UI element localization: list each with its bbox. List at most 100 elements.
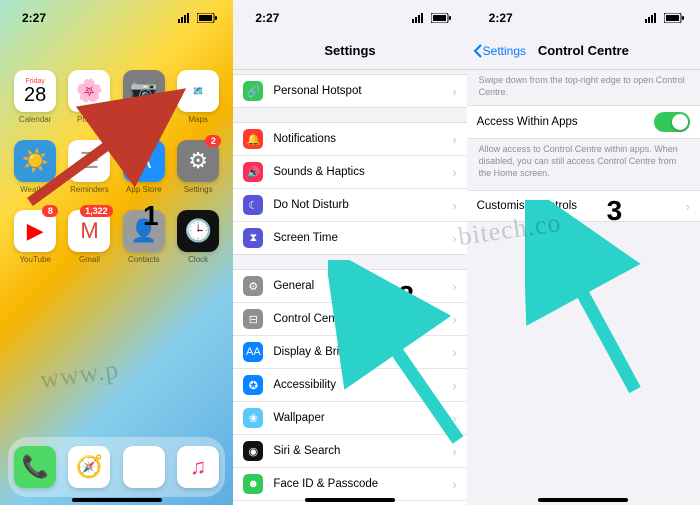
settings-row-control-centre[interactable]: ⊟ Control Centre› [233,303,466,336]
access-label: Access Within Apps [477,116,654,128]
dock-app[interactable]: ◐ [123,446,165,488]
badge: 8 [42,205,58,217]
row-label: Siri & Search [273,445,452,457]
row-icon: AA [243,342,263,362]
chevron-right-icon: › [686,199,690,214]
back-button[interactable]: Settings [473,44,526,58]
settings-navbar: Settings [233,32,466,70]
app-youtube[interactable]: ▶YouTube8 [10,210,60,264]
settings-row-personal-hotspot[interactable]: 🔗 Personal Hotspot› [233,75,466,107]
dock-app[interactable]: 📞 [14,446,56,488]
home-indicator [72,498,162,502]
row-label: Notifications [273,133,452,145]
dock: 📞 🧭 ◐ ♫ [8,437,225,497]
chevron-right-icon: › [452,477,456,492]
settings-row-face-id-passcode[interactable]: ☻ Face ID & Passcode› [233,468,466,501]
row-label: Control Centre [273,313,452,325]
app-clock[interactable]: 🕒Clock [173,210,223,264]
chevron-right-icon: › [452,312,456,327]
row-label: Wallpaper [273,412,452,424]
status-indicators [412,13,451,23]
row-label: Accessibility [273,379,452,391]
home-indicator [538,498,628,502]
status-indicators [178,13,217,23]
app-weather[interactable]: ☀️Weather [10,140,60,194]
app-camera[interactable]: 📷Camera [119,70,169,124]
row-label: General [273,280,452,292]
dock-app[interactable]: 🧭 [68,446,110,488]
dock-app[interactable]: ♫ [177,446,219,488]
row-icon: ☾ [243,195,263,215]
cc-navbar: Settings Control Centre [467,32,700,70]
settings-row-do-not-disturb[interactable]: ☾ Do Not Disturb› [233,189,466,222]
status-time: 2:27 [22,11,46,25]
app-photos[interactable]: 🌸Photos [64,70,114,124]
row-icon: ❀ [243,408,263,428]
row-label: Screen Time [273,232,452,244]
control-centre-screen: 2:27 Settings Control Centre Swipe down … [467,0,700,505]
settings-screen: 2:27 Settings 🔗Personal Hotspot› 🔔Notifi… [233,0,466,505]
settings-row-accessibility[interactable]: ✪ Accessibility› [233,369,466,402]
row-icon: ◉ [243,441,263,461]
status-time: 2:27 [255,11,279,25]
chevron-right-icon: › [452,378,456,393]
settings-row-siri-search[interactable]: ◉ Siri & Search› [233,435,466,468]
row-label: Sounds & Haptics [273,166,452,178]
chevron-right-icon: › [452,165,456,180]
settings-row-sounds-haptics[interactable]: 🔊 Sounds & Haptics› [233,156,466,189]
cc-list: Swipe down from the top-right edge to op… [467,70,700,222]
row-label: Display & Bri [273,346,452,358]
customise-controls-row[interactable]: Customise Controls › [467,191,700,221]
settings-list: 🔗Personal Hotspot› 🔔Notifications›🔊Sound… [233,70,466,505]
row-icon: ✪ [243,375,263,395]
badge: 1,322 [80,205,113,217]
settings-title: Settings [324,43,375,58]
row-icon: ☻ [243,474,263,494]
app-maps[interactable]: 🗺️Maps [173,70,223,124]
access-toggle[interactable] [654,112,690,132]
app-reminders[interactable]: ☰Reminders [64,140,114,194]
row-label: Personal Hotspot [273,85,452,97]
home-indicator [305,498,395,502]
chevron-right-icon: › [452,198,456,213]
row-icon: ⊟ [243,309,263,329]
step-1-label: 1 [143,200,159,232]
app-gmail[interactable]: MGmail1,322 [64,210,114,264]
chevron-right-icon: › [452,345,456,360]
settings-row-general[interactable]: ⚙︎ General› [233,270,466,303]
back-label: Settings [483,44,526,58]
row-icon: ⧗ [243,228,263,248]
cc-hint1: Swipe down from the top-right edge to op… [467,70,700,103]
badge: 2 [205,135,221,147]
statusbar: 2:27 [467,0,700,32]
row-icon: ⚙︎ [243,276,263,296]
chevron-right-icon: › [452,84,456,99]
step-2-label: 2 [398,280,414,312]
row-label: Face ID & Passcode [273,478,452,490]
row-icon: 🔗 [243,81,263,101]
row-icon: 🔊 [243,162,263,182]
cc-title: Control Centre [538,43,629,58]
app-settings[interactable]: ⚙︎Settings2 [173,140,223,194]
settings-row-screen-time[interactable]: ⧗ Screen Time› [233,222,466,254]
chevron-right-icon: › [452,444,456,459]
statusbar: 2:27 [0,0,233,32]
chevron-left-icon [473,44,483,58]
chevron-right-icon: › [452,231,456,246]
access-within-apps-row[interactable]: Access Within Apps [467,106,700,138]
status-time: 2:27 [489,11,513,25]
settings-row-wallpaper[interactable]: ❀Wallpaper› [233,402,466,435]
chevron-right-icon: › [452,132,456,147]
settings-row-notifications[interactable]: 🔔 Notifications› [233,123,466,156]
customise-label: Customise Controls [477,200,686,212]
statusbar: 2:27 [233,0,466,32]
app-calendar[interactable]: Friday28Calendar [10,70,60,124]
row-icon: 🔔 [243,129,263,149]
home-screen: 2:27 Friday28Calendar🌸Photos📷Camera🗺️Map… [0,0,233,505]
row-label: Do Not Disturb [273,199,452,211]
status-indicators [645,13,684,23]
app-app-store[interactable]: AApp Store [119,140,169,194]
settings-row-display-bri[interactable]: AA Display & Bri› [233,336,466,369]
home-grid: Friday28Calendar🌸Photos📷Camera🗺️Maps ☀️We… [0,32,233,264]
chevron-right-icon: › [452,279,456,294]
